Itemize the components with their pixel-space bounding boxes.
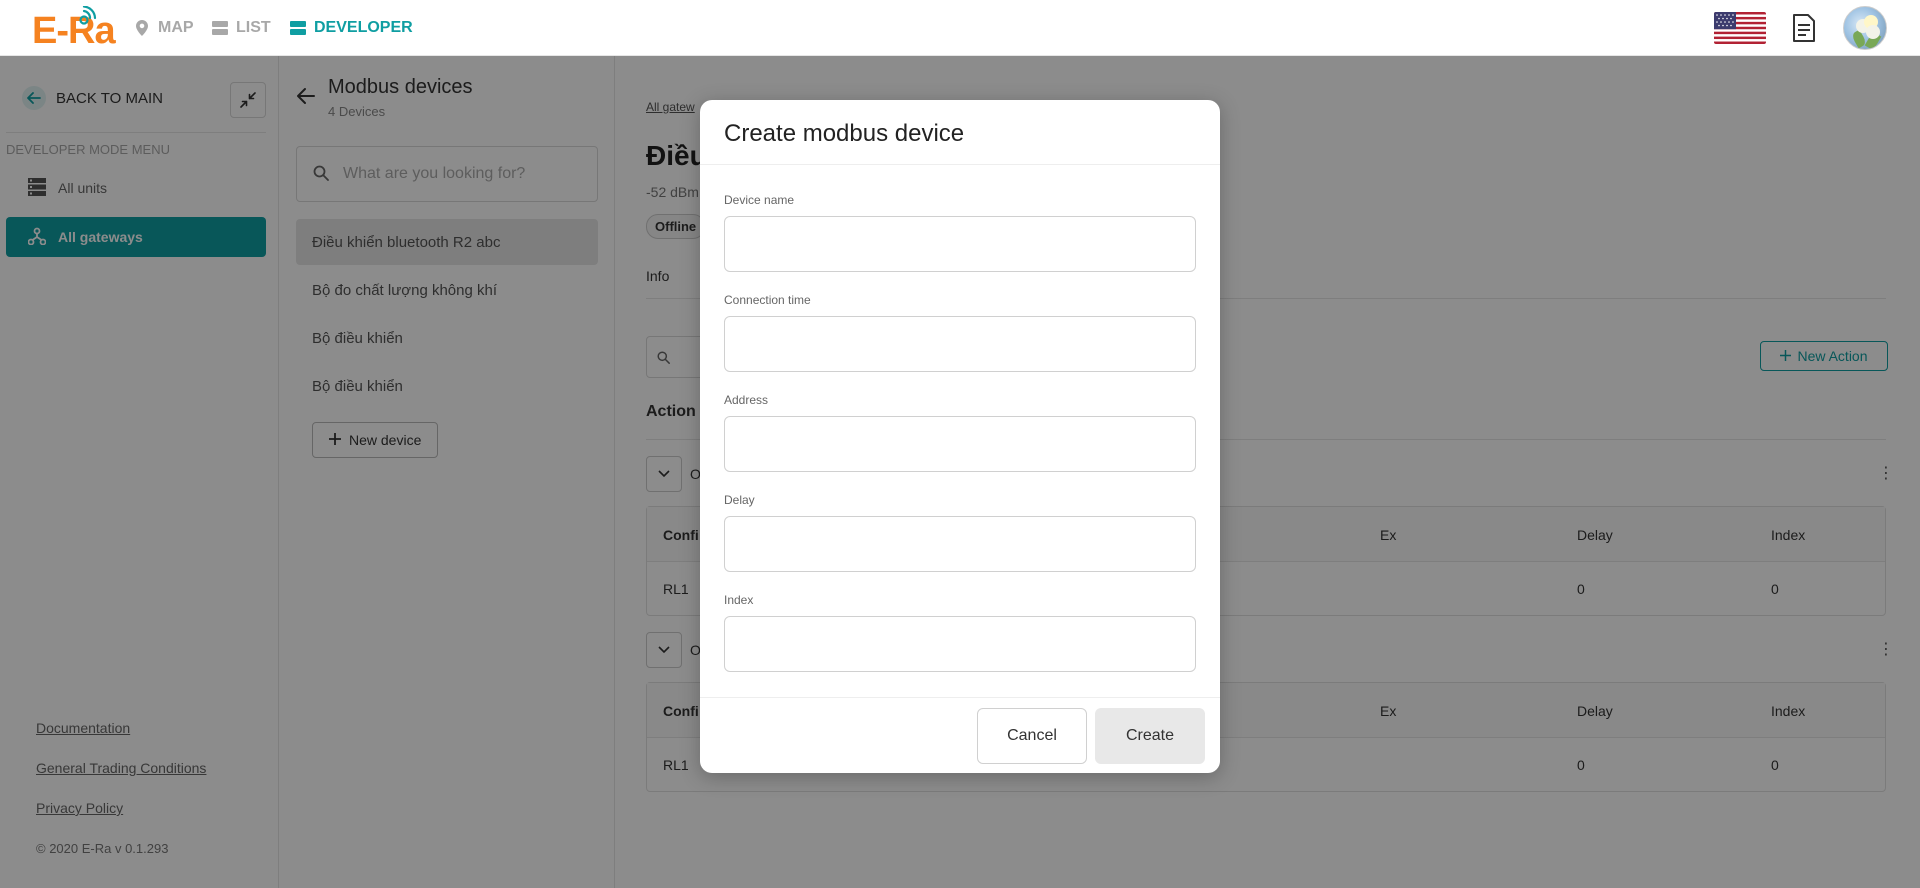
cancel-button[interactable]: Cancel: [977, 708, 1087, 764]
nav-map[interactable]: MAP: [134, 0, 194, 56]
address-field[interactable]: [724, 416, 1196, 472]
era-logo[interactable]: E-Ra: [32, 6, 120, 50]
dialog-title: Create modbus device: [724, 120, 965, 147]
map-pin-icon: [134, 20, 150, 36]
delay-field[interactable]: [724, 516, 1196, 572]
create-button[interactable]: Create: [1095, 708, 1205, 764]
nav-map-label: MAP: [158, 19, 194, 36]
index-field[interactable]: [724, 616, 1196, 672]
nav-developer-label: DEVELOPER: [314, 19, 413, 36]
nav-list-label: LIST: [236, 19, 271, 36]
create-modbus-device-dialog: Create modbus device Device name Connect…: [700, 100, 1220, 773]
device-name-label: Device name: [724, 193, 795, 207]
device-name-field[interactable]: [724, 216, 1196, 272]
avatar[interactable]: [1843, 6, 1887, 50]
index-label: Index: [724, 593, 754, 607]
delay-label: Delay: [724, 493, 755, 507]
us-flag-icon[interactable]: [1714, 12, 1766, 44]
dialog-footer-divider: [700, 697, 1220, 698]
document-icon[interactable]: [1791, 14, 1817, 42]
top-bar: E-Ra MAP LIST DEVELOPER: [0, 0, 1920, 56]
signal-icon: [79, 6, 97, 25]
connection-time-field[interactable]: [724, 316, 1196, 372]
list-icon: [212, 20, 228, 36]
developer-icon: [290, 20, 306, 36]
dialog-header-divider: [700, 164, 1220, 165]
connection-time-label: Connection time: [724, 293, 811, 307]
address-label: Address: [724, 393, 769, 407]
nav-list[interactable]: LIST: [212, 0, 271, 56]
nav-developer[interactable]: DEVELOPER: [290, 0, 413, 56]
